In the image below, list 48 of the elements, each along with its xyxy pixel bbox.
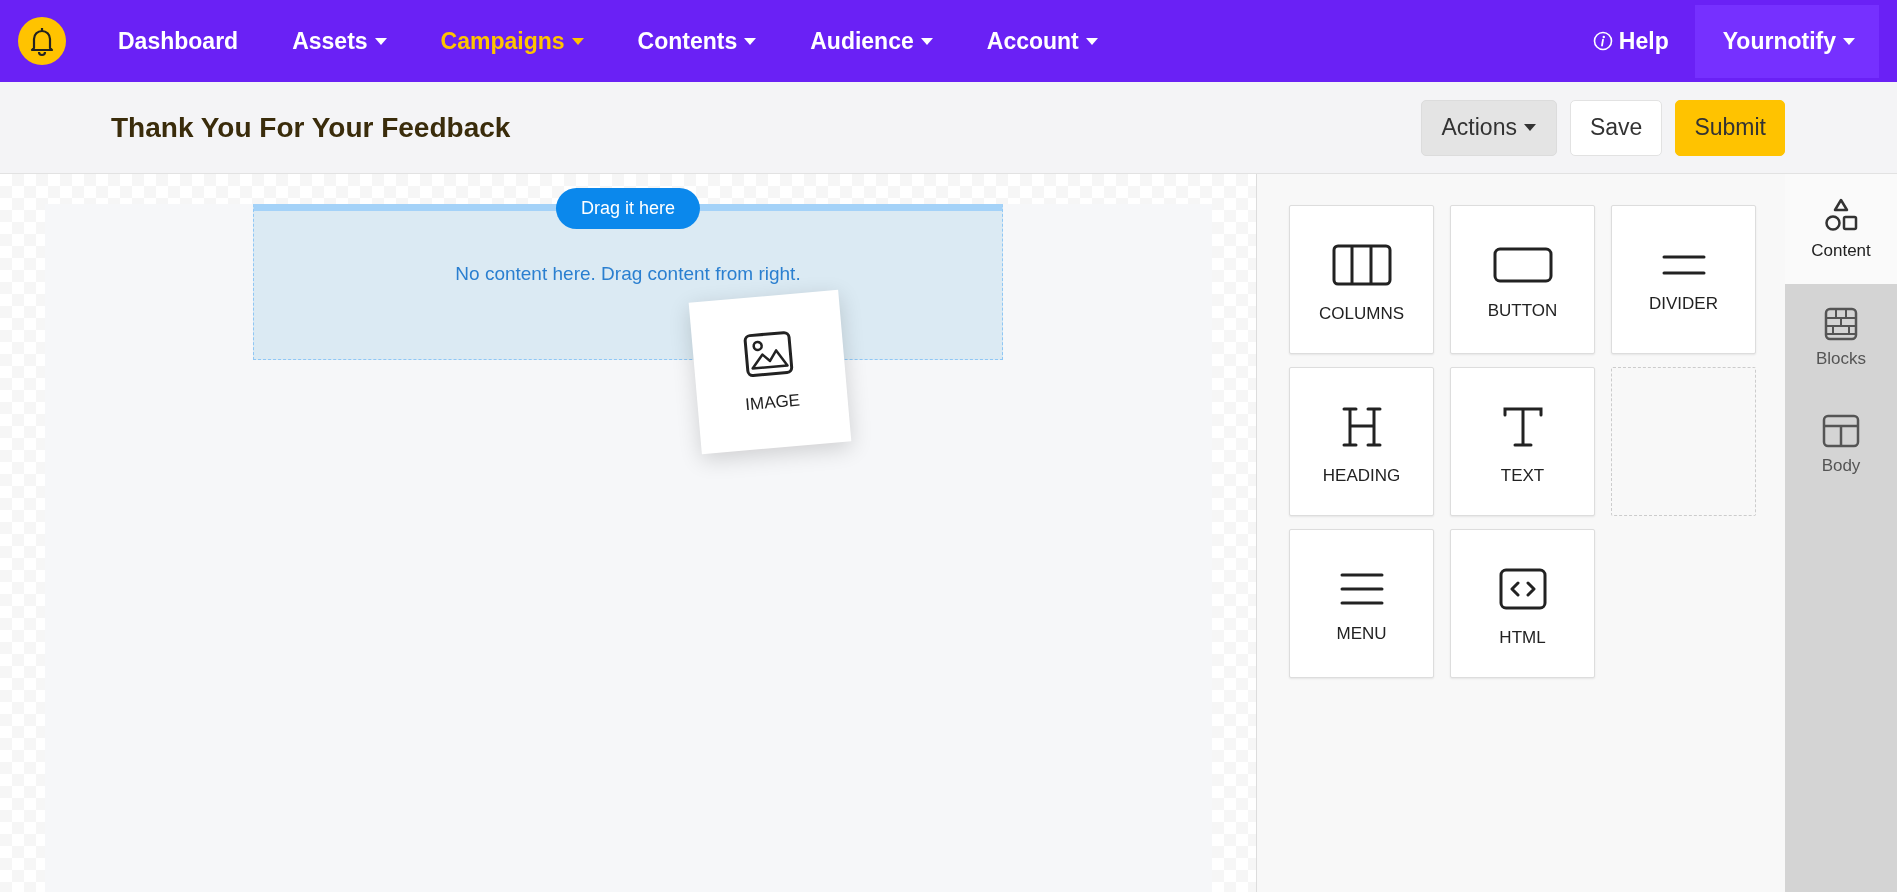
nav-menu-item[interactable]: Audience xyxy=(810,27,933,55)
help-link[interactable]: Help xyxy=(1592,27,1669,55)
content-tile[interactable]: HEADING xyxy=(1289,367,1434,516)
menu-icon xyxy=(1339,571,1384,606)
sidebar-tab[interactable]: Content xyxy=(1785,174,1897,284)
empty-message: No content here. Drag content from right. xyxy=(455,263,801,285)
tile-label: HTML xyxy=(1499,627,1546,648)
code-icon xyxy=(1498,567,1547,610)
tile-label: HEADING xyxy=(1322,465,1401,486)
tile-label: IMAGE xyxy=(744,390,801,416)
submit-button[interactable]: Submit xyxy=(1675,99,1785,156)
content-tile[interactable]: TEXT xyxy=(1450,367,1595,516)
button-shape-icon xyxy=(1492,246,1553,283)
content-tile[interactable]: BUTTON xyxy=(1450,205,1595,354)
divider-icon xyxy=(1661,253,1706,276)
sidebar-tab[interactable]: Body xyxy=(1785,391,1897,498)
content-tile[interactable]: DIVIDER xyxy=(1611,205,1756,354)
nav-menu-item[interactable]: Assets xyxy=(292,27,387,55)
brick-wall-icon xyxy=(1824,306,1858,341)
tile-label: TEXT xyxy=(1500,465,1545,486)
caret-icon xyxy=(1523,124,1536,131)
page-title: Thank You For Your Feedback xyxy=(111,111,511,144)
dragged-tile[interactable]: IMAGE xyxy=(688,289,852,455)
info-icon xyxy=(1592,31,1613,51)
tile-label: MENU xyxy=(1336,623,1387,644)
heading-icon xyxy=(1340,405,1383,448)
text-icon xyxy=(1501,405,1544,448)
nav-menu-item[interactable]: Contents xyxy=(637,27,757,55)
image-icon xyxy=(741,329,796,380)
bell-logo-icon[interactable] xyxy=(18,17,66,65)
tile-label: COLUMNS xyxy=(1319,303,1404,324)
nav-menu-item[interactable]: Dashboard xyxy=(118,27,239,55)
account-menu[interactable]: Yournotify xyxy=(1694,4,1879,78)
sidebar-tab[interactable]: Blocks xyxy=(1785,284,1897,391)
nav-menu-item[interactable]: Account xyxy=(986,27,1098,55)
content-tile[interactable]: MENU xyxy=(1289,529,1434,678)
shapes-icon xyxy=(1823,197,1859,233)
columns-icon xyxy=(1331,243,1392,286)
actions-dropdown-button[interactable]: Actions xyxy=(1420,99,1557,156)
caret-icon xyxy=(1843,37,1855,45)
save-button[interactable]: Save xyxy=(1569,99,1663,156)
tile-label: DIVIDER xyxy=(1649,293,1718,314)
layout-icon xyxy=(1822,413,1860,448)
tile-label: BUTTON xyxy=(1487,300,1558,321)
drop-hint-badge: Drag it here xyxy=(556,188,700,229)
content-tile[interactable]: HTML xyxy=(1450,529,1595,678)
content-tile[interactable]: COLUMNS xyxy=(1289,205,1434,354)
nav-menu-item[interactable]: Campaigns xyxy=(440,27,584,55)
